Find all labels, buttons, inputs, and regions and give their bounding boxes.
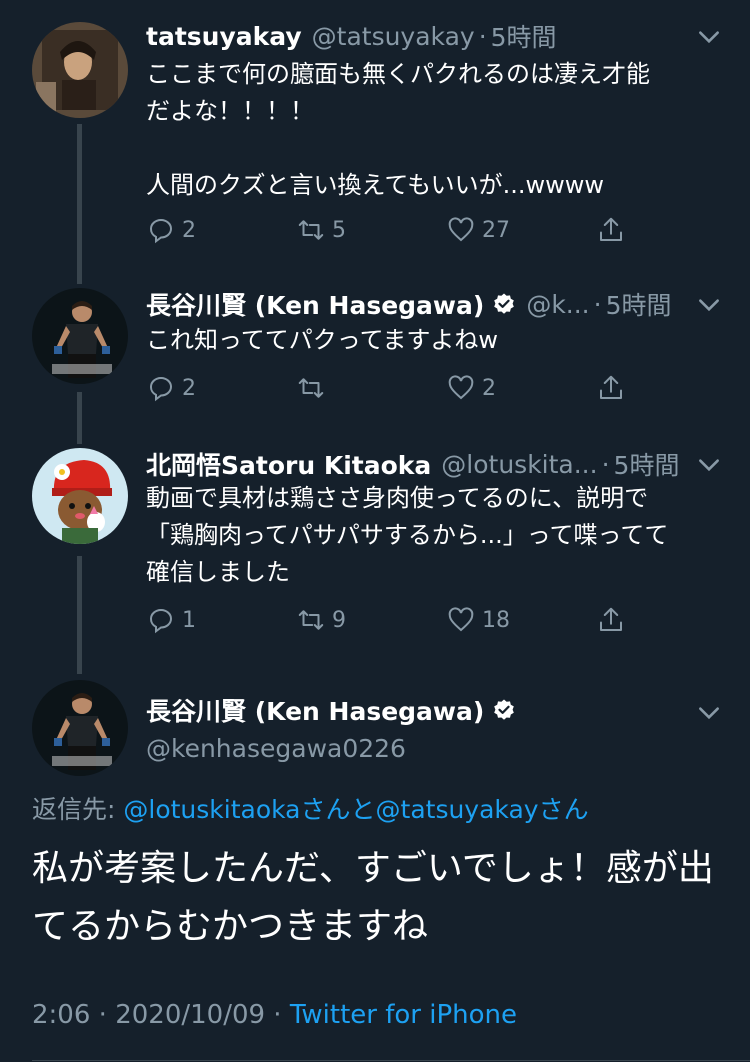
like-button[interactable]: 18: [446, 600, 596, 640]
tweet-tatsuyakay[interactable]: tatsuyakay @tatsuyakay · 5時間 ここまで何の臆面も無く…: [0, 16, 750, 266]
like-button[interactable]: 2: [446, 368, 596, 408]
retweet-count: 5: [332, 217, 346, 243]
user-handle[interactable]: @lotuskita...: [441, 450, 597, 479]
display-name[interactable]: 北岡悟Satoru Kitaoka: [146, 446, 431, 482]
timestamp[interactable]: 5時間: [606, 286, 672, 322]
tweet-text: これ知っててパクってますよねw: [146, 326, 499, 354]
chevron-down-icon[interactable]: [696, 24, 722, 50]
share-icon: [600, 375, 622, 399]
heart-icon: [448, 375, 474, 400]
tweet-time: 2:06: [32, 1000, 91, 1030]
retweet-icon: [298, 610, 324, 630]
reply-count: 1: [182, 607, 196, 633]
tweet-actions: 2 2: [146, 368, 646, 408]
share-button[interactable]: [596, 210, 646, 250]
focused-tweet-text: 私が考案したんだ、すごいでしょ！感が出てるからむかつきますね: [32, 848, 714, 947]
retweet-icon: [298, 378, 324, 398]
timestamp[interactable]: 5時間: [614, 446, 680, 482]
reply-mid: さんと: [300, 795, 376, 824]
retweet-icon: [298, 220, 324, 240]
tweet-text: 動画で具材は鶏ささ身肉使ってるのに、説明で 「鶏胸肉ってパサパサするから...」…: [146, 484, 669, 586]
separator: ·: [478, 21, 487, 51]
mention-link-tatsuyakay[interactable]: @tatsuyakay: [376, 795, 539, 824]
heart-icon: [448, 217, 474, 242]
mention-link-lotuskitaoka[interactable]: @lotuskitaoka: [123, 795, 300, 824]
retweet-count: 9: [332, 607, 346, 633]
timestamp[interactable]: 5時間: [491, 18, 557, 54]
share-button[interactable]: [596, 368, 646, 408]
retweet-button[interactable]: [296, 368, 446, 408]
tweet-meta: 2:06 · 2020/10/09 · Twitter for iPhone: [32, 1000, 517, 1030]
separator: ·: [265, 1000, 290, 1030]
user-handle[interactable]: @kenhasegawa0226: [146, 734, 406, 763]
display-name[interactable]: 長谷川賢 (Ken Hasegawa): [146, 692, 484, 728]
avatar[interactable]: [32, 22, 128, 118]
separator: ·: [593, 289, 602, 319]
tweet-actions: 1 9 18: [146, 600, 646, 640]
reply-button[interactable]: 2: [146, 368, 296, 408]
tweet-header: 北岡悟Satoru Kitaoka @lotuskita... · 5時間: [146, 444, 710, 484]
tweet-satoru-kitaoka[interactable]: 北岡悟Satoru Kitaoka @lotuskita... · 5時間 動画…: [0, 444, 750, 644]
separator: ·: [601, 449, 610, 479]
avatar[interactable]: [32, 288, 128, 384]
like-count: 2: [482, 375, 496, 401]
replying-to: 返信先: @lotuskitaokaさんと@tatsuyakayさん: [32, 790, 589, 826]
reply-icon: [150, 609, 172, 634]
reply-prefix: 返信先:: [32, 795, 124, 824]
source-link[interactable]: Twitter for iPhone: [290, 1000, 517, 1030]
retweet-button[interactable]: 9: [296, 600, 446, 640]
tweet-header: tatsuyakay @tatsuyakay · 5時間: [146, 16, 710, 56]
verified-badge-icon: [494, 699, 515, 720]
divider: [32, 1060, 750, 1061]
reply-count: 2: [182, 217, 196, 243]
chevron-down-icon[interactable]: [696, 700, 722, 726]
reply-icon: [150, 219, 172, 244]
reply-button[interactable]: 2: [146, 210, 296, 250]
like-count: 18: [482, 607, 510, 633]
share-icon: [600, 217, 622, 241]
share-button[interactable]: [596, 600, 646, 640]
focused-tweet-header: 長谷川賢 (Ken Hasegawa): [146, 690, 516, 730]
reply-count: 2: [182, 375, 196, 401]
separator: ·: [90, 1000, 116, 1030]
display-name[interactable]: 長谷川賢 (Ken Hasegawa): [146, 286, 484, 322]
display-name[interactable]: tatsuyakay: [146, 22, 302, 51]
tweet-date: 2020/10/09: [115, 1000, 266, 1030]
verified-badge-icon: [494, 293, 515, 314]
reply-suffix: さん: [538, 795, 589, 824]
like-count: 27: [482, 217, 510, 243]
like-button[interactable]: 27: [446, 210, 596, 250]
reply-icon: [150, 377, 172, 402]
tweet-header: 長谷川賢 (Ken Hasegawa) @k... · 5時間: [146, 284, 710, 324]
reply-button[interactable]: 1: [146, 600, 296, 640]
retweet-button[interactable]: 5: [296, 210, 446, 250]
user-handle[interactable]: @tatsuyakay: [312, 22, 475, 51]
tweet-actions: 2 5 27: [146, 210, 646, 250]
chevron-down-icon[interactable]: [696, 292, 722, 318]
user-handle[interactable]: @k...: [526, 290, 589, 319]
heart-icon: [448, 607, 474, 632]
share-icon: [600, 607, 622, 631]
tweet-text: ここまで何の臆面も無くパクれるのは凄え才能 だよな！！！！ 人間のクズと言い換え…: [146, 60, 650, 199]
avatar[interactable]: [32, 680, 128, 776]
chevron-down-icon[interactable]: [696, 452, 722, 478]
avatar[interactable]: [32, 448, 128, 544]
tweet-ken-hasegawa[interactable]: 長谷川賢 (Ken Hasegawa) @k... · 5時間 これ知っててパク…: [0, 284, 750, 414]
